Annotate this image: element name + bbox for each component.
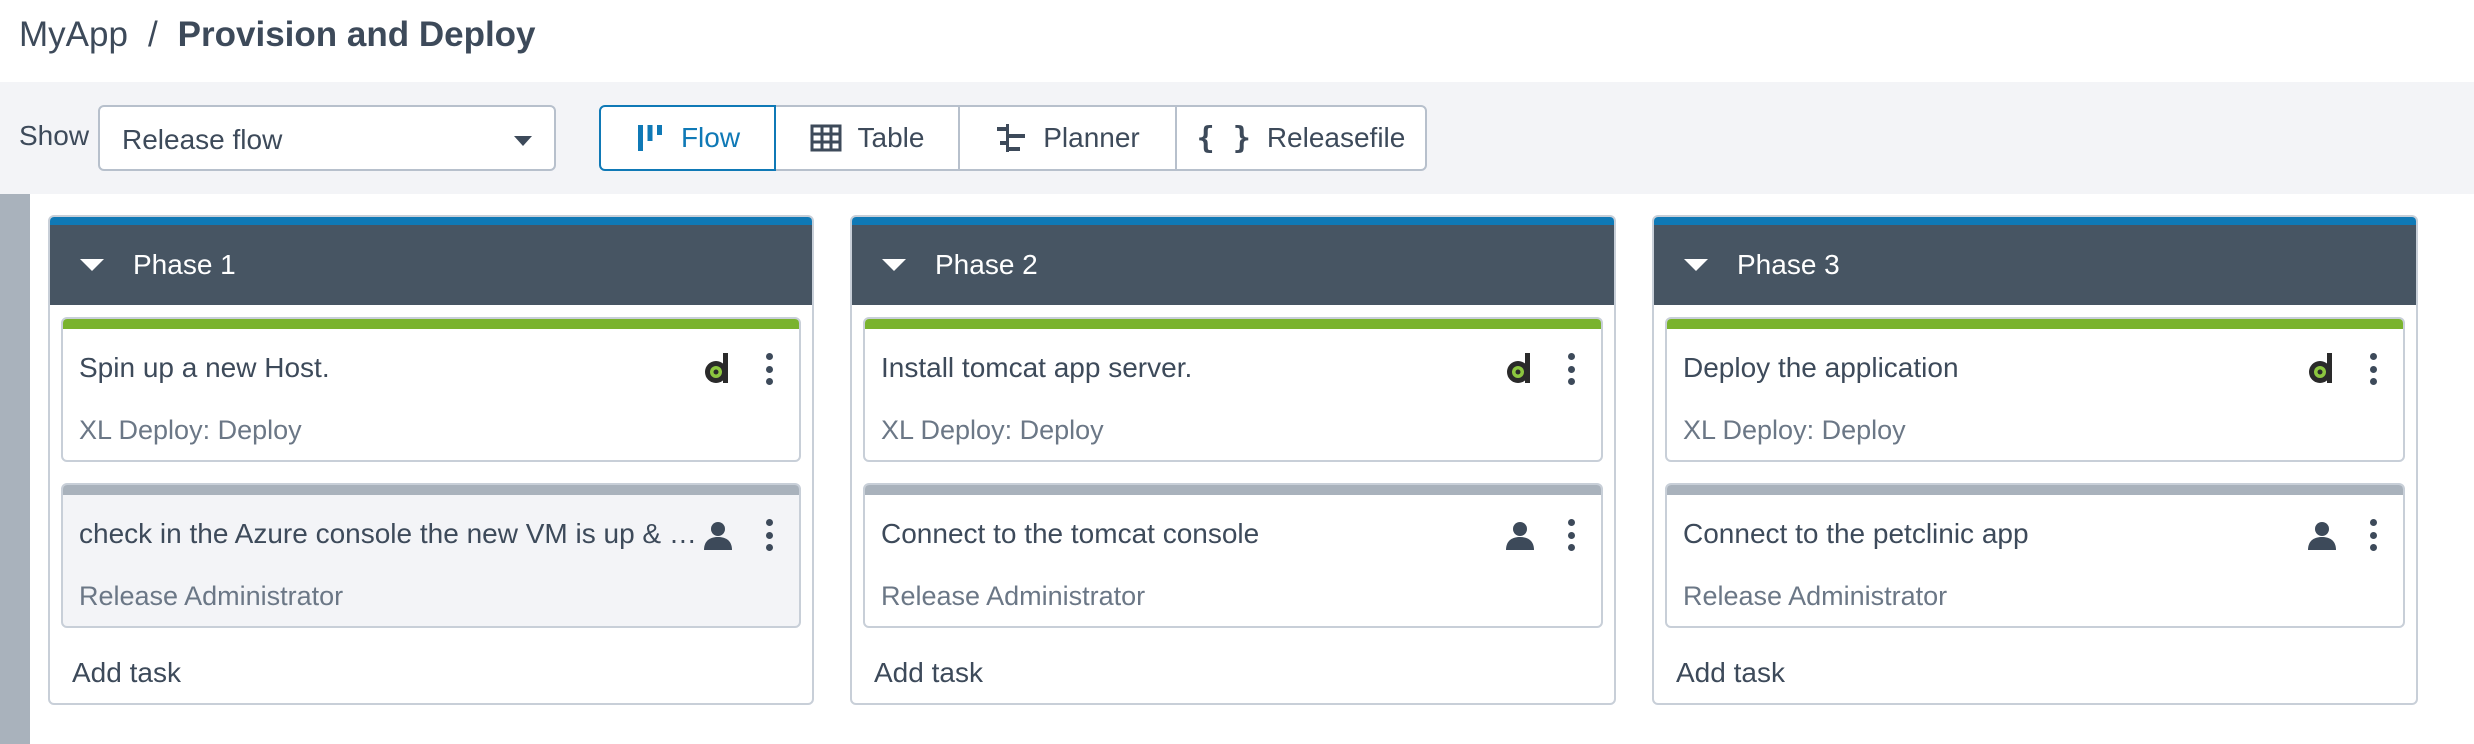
add-task-button[interactable]: Add task — [72, 657, 181, 689]
table-icon — [810, 123, 842, 153]
phase-accent-bar — [852, 217, 1614, 225]
planner-icon — [995, 123, 1027, 153]
phase-header[interactable]: Phase 3 — [1654, 225, 2416, 305]
phase-title: Phase 2 — [935, 249, 1038, 280]
xl-deploy-icon — [2304, 349, 2340, 389]
user-icon — [700, 515, 736, 555]
phase-header[interactable]: Phase 2 — [852, 225, 1614, 305]
table-view-label: Table — [857, 122, 925, 153]
releasefile-view-button[interactable]: { } Releasefile — [1175, 105, 1427, 171]
page-title: Provision and Deploy — [177, 15, 536, 54]
task-subtitle: XL Deploy: Deploy — [1683, 415, 1906, 445]
add-task-button[interactable]: Add task — [874, 657, 983, 689]
task-status-bar — [63, 319, 799, 329]
phase-column: Phase 2 Install tomcat app server. XL De… — [850, 215, 1616, 705]
task-subtitle: Release Administrator — [1683, 581, 1948, 611]
add-task-button[interactable]: Add task — [1676, 657, 1785, 689]
view-select[interactable]: Release flow — [98, 105, 556, 171]
more-options-icon[interactable] — [1561, 349, 1581, 389]
collapse-caret-icon[interactable] — [1684, 259, 1708, 271]
collapse-caret-icon[interactable] — [80, 259, 104, 271]
view-mode-group: Flow Table Planner {} Releasefile — [599, 105, 1427, 171]
task-card[interactable]: Install tomcat app server. XL Deploy: De… — [863, 317, 1603, 462]
xl-deploy-icon — [700, 349, 736, 389]
flow-icon — [635, 123, 665, 153]
more-options-icon[interactable] — [2363, 349, 2383, 389]
show-label: Show — [19, 120, 90, 151]
xl-deploy-icon — [1502, 349, 1538, 389]
planner-view-label: Planner — [1043, 122, 1140, 153]
task-title: Deploy the application — [1683, 352, 1959, 383]
more-options-icon[interactable] — [1561, 515, 1581, 555]
phase-accent-bar — [50, 217, 812, 225]
more-options-icon[interactable] — [759, 349, 779, 389]
collapse-caret-icon[interactable] — [882, 259, 906, 271]
page-header: MyApp / Provision and Deploy — [0, 0, 2474, 82]
breadcrumb-separator: / — [147, 15, 158, 54]
table-view-button[interactable]: Table — [774, 105, 960, 171]
releasefile-view-label: Releasefile — [1266, 122, 1406, 153]
task-subtitle: Release Administrator — [881, 581, 1146, 611]
chevron-down-icon — [514, 136, 532, 146]
breadcrumb: MyApp / Provision and Deploy — [19, 10, 536, 60]
task-title: Spin up a new Host. — [79, 352, 330, 383]
task-status-bar — [1667, 485, 2403, 495]
task-title: Connect to the petclinic app — [1683, 518, 2029, 549]
task-subtitle: XL Deploy: Deploy — [79, 415, 302, 445]
task-status-bar — [63, 485, 799, 495]
phase-header[interactable]: Phase 1 — [50, 225, 812, 305]
flow-view-button[interactable]: Flow — [599, 105, 776, 171]
planner-view-button[interactable]: Planner — [958, 105, 1177, 171]
view-select-value: Release flow — [122, 124, 283, 155]
task-card[interactable]: Spin up a new Host. XL Deploy: Deploy — [61, 317, 801, 462]
task-status-bar — [865, 319, 1601, 329]
task-title: Connect to the tomcat console — [881, 518, 1260, 549]
phase-accent-bar — [1654, 217, 2416, 225]
task-title: check in the Azure console the new VM is… — [79, 518, 699, 549]
task-title: Install tomcat app server. — [881, 352, 1193, 383]
flow-view-label: Flow — [680, 122, 741, 153]
board-left-edge — [0, 194, 30, 744]
user-icon — [1502, 515, 1538, 555]
task-card[interactable]: Deploy the application XL Deploy: Deploy — [1665, 317, 2405, 462]
task-card[interactable]: check in the Azure console the new VM is… — [61, 483, 801, 628]
phase-title: Phase 1 — [133, 249, 236, 280]
phase-title: Phase 3 — [1737, 249, 1840, 280]
breadcrumb-app-link[interactable]: MyApp — [19, 15, 128, 55]
task-subtitle: Release Administrator — [79, 581, 344, 611]
phase-column: Phase 1 Spin up a new Host. XL Deploy: D… — [48, 215, 814, 705]
task-status-bar — [865, 485, 1601, 495]
view-toolbar: Show Release flow Flow Table Planner {}… — [0, 82, 2474, 194]
task-card[interactable]: Connect to the tomcat console Release Ad… — [863, 483, 1603, 628]
task-status-bar — [1667, 319, 2403, 329]
more-options-icon[interactable] — [759, 515, 779, 555]
task-card[interactable]: Connect to the petclinic app Release Adm… — [1665, 483, 2405, 628]
phase-column: Phase 3 Deploy the application XL Deploy… — [1652, 215, 2418, 705]
user-icon — [2304, 515, 2340, 555]
more-options-icon[interactable] — [2363, 515, 2383, 555]
task-subtitle: XL Deploy: Deploy — [881, 415, 1104, 445]
braces-icon: { } — [1196, 120, 1251, 156]
